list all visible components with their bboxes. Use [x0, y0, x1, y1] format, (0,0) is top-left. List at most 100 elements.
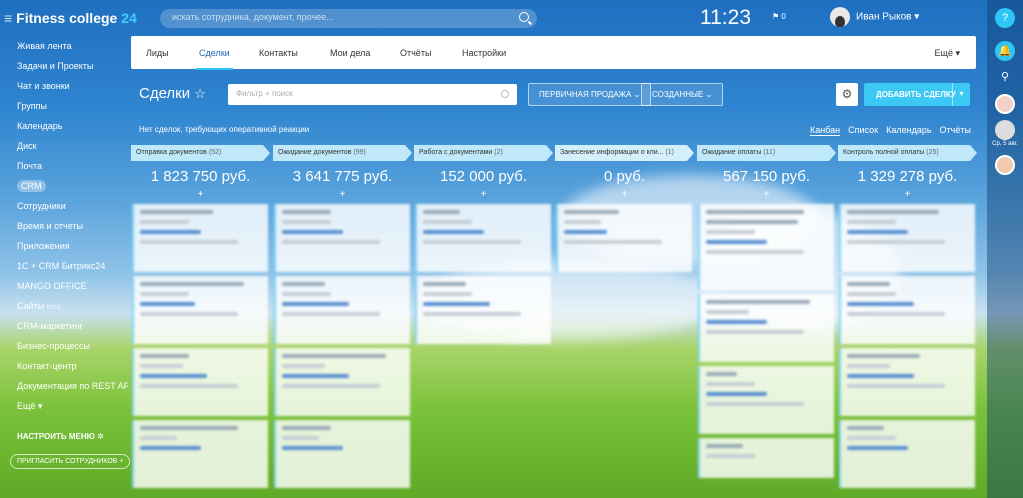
menu-item-chat[interactable]: Чат и звонки: [0, 80, 128, 100]
add-deal-button[interactable]: ДОБАВИТЬ СДЕЛКУ ▾: [864, 83, 970, 106]
menu-item-crm[interactable]: CRM: [0, 180, 128, 200]
deal-card[interactable]: [839, 204, 975, 272]
deal-card[interactable]: [839, 276, 975, 344]
view-kanban[interactable]: Канбан: [810, 125, 841, 136]
column-header[interactable]: Ожидание оплаты (11): [697, 145, 836, 161]
menu-item-1c[interactable]: 1С + CRM Битрикс24: [0, 260, 128, 280]
filter-placeholder: Фильтр + поиск: [236, 89, 293, 98]
menu-item-mail[interactable]: Почта: [0, 160, 128, 180]
kanban-column: Работа с документами (2) 152 000 руб. +: [414, 145, 553, 498]
avatar[interactable]: [995, 94, 1015, 114]
deal-card[interactable]: [132, 204, 268, 272]
menu-item-sites[interactable]: Сайты beta: [0, 300, 128, 320]
chevron-down-icon: ▾: [37, 401, 43, 411]
deal-card[interactable]: [415, 276, 551, 344]
help-icon[interactable]: ?: [995, 8, 1015, 28]
menu-item-time[interactable]: Время и отчеты: [0, 220, 128, 240]
menu-item-bizproc[interactable]: Бизнес-процессы: [0, 340, 128, 360]
tabs-more-button[interactable]: Ещё ▾: [935, 48, 960, 59]
deal-card[interactable]: [132, 276, 268, 344]
menu-item-tasks[interactable]: Задачи и Проекты: [0, 60, 128, 80]
pipeline-select[interactable]: ПЕРВИЧНАЯ ПРОДАЖА ⌄: [528, 83, 652, 106]
settings-gear-button[interactable]: ⚙: [836, 83, 858, 106]
filter-search-input[interactable]: Фильтр + поиск: [228, 84, 517, 105]
menu-item-groups[interactable]: Группы: [0, 100, 128, 120]
user-name: Иван Рыков: [856, 11, 912, 23]
tab-settings[interactable]: Настройки: [462, 48, 506, 58]
deal-card[interactable]: [132, 420, 268, 488]
menu-item-crm-marketing[interactable]: CRM-маркетинг: [0, 320, 128, 340]
menu-item-more[interactable]: Ещё ▾: [0, 400, 128, 420]
chevron-down-icon[interactable]: ▾: [952, 83, 970, 106]
tab-my-activities[interactable]: Мои дела: [330, 48, 370, 58]
gear-icon: ✲: [97, 432, 104, 441]
global-search-input[interactable]: искать сотрудника, документ, прочее...: [160, 9, 537, 28]
deal-card[interactable]: [698, 366, 834, 434]
menu-item-employees[interactable]: Сотрудники: [0, 200, 128, 220]
menu-item-disk[interactable]: Диск: [0, 140, 128, 160]
created-select[interactable]: СОЗДАННЫЕ ⌄: [641, 83, 724, 106]
deal-card[interactable]: [415, 204, 551, 272]
column-header[interactable]: Контроль полной оплаты (25): [838, 145, 977, 161]
menu-item-apps[interactable]: Приложения: [0, 240, 128, 260]
right-panel: ? 🔔 ⚲ Ср, 5 авг.: [987, 0, 1023, 498]
deal-card[interactable]: [132, 348, 268, 416]
avatar[interactable]: [995, 155, 1015, 175]
deal-card[interactable]: [274, 420, 410, 488]
search-icon[interactable]: ⚲: [995, 67, 1015, 87]
invite-employees-button[interactable]: ПРИГЛАСИТЬ СОТРУДНИКОВ +: [10, 454, 131, 469]
clock[interactable]: 11:23: [700, 6, 751, 30]
column-sum: 1 823 750 руб.: [150, 168, 251, 185]
view-calendar[interactable]: Календарь: [886, 125, 931, 135]
column-sum: 1 329 278 руб.: [857, 168, 958, 185]
deal-card[interactable]: [698, 438, 834, 478]
tab-reports[interactable]: Отчёты: [400, 48, 431, 58]
deal-card[interactable]: [698, 294, 834, 362]
tab-leads[interactable]: Лиды: [146, 48, 169, 58]
deal-card[interactable]: [839, 420, 975, 488]
add-card-button[interactable]: +: [131, 189, 270, 200]
column-header[interactable]: Работа с документами (2): [414, 145, 553, 161]
deal-card[interactable]: [698, 204, 834, 290]
menu-burger-icon[interactable]: ≡: [4, 10, 12, 26]
view-reports[interactable]: Отчёты: [940, 125, 971, 135]
add-card-button[interactable]: +: [273, 189, 412, 200]
add-card-button[interactable]: +: [555, 189, 694, 200]
tab-deals[interactable]: Сделки: [196, 48, 233, 70]
search-icon[interactable]: [501, 90, 509, 98]
menu-item-contact-center[interactable]: Контакт-центр: [0, 360, 128, 380]
add-card-button[interactable]: +: [697, 189, 836, 200]
left-menu: Живая лента Задачи и Проекты Чат и звонк…: [0, 40, 128, 420]
view-list[interactable]: Список: [848, 125, 878, 135]
column-header[interactable]: Отправка документов (52): [131, 145, 270, 161]
flag-count: 0: [781, 12, 786, 21]
star-icon[interactable]: ☆: [194, 86, 206, 101]
menu-item-rest-docs[interactable]: Документация по REST API: [0, 380, 128, 400]
kanban-column: Контроль полной оплаты (25) 1 329 278 ру…: [838, 145, 977, 498]
bell-icon[interactable]: 🔔: [995, 41, 1015, 61]
flag-counter[interactable]: ⚑ 0: [772, 12, 786, 21]
configure-menu-button[interactable]: НАСТРОИТЬ МЕНЮ ✲: [17, 432, 104, 441]
deal-card[interactable]: [839, 348, 975, 416]
deal-card[interactable]: [556, 204, 692, 272]
column-header[interactable]: Ожидание документов (99): [273, 145, 412, 161]
menu-item-calendar[interactable]: Календарь: [0, 120, 128, 140]
add-card-button[interactable]: +: [838, 189, 977, 200]
add-card-button[interactable]: +: [414, 189, 553, 200]
deal-card[interactable]: [274, 204, 410, 272]
column-header[interactable]: Занесение информации о кли... (1): [555, 145, 694, 161]
user-menu[interactable]: Иван Рыков ▾: [830, 7, 919, 27]
avatar[interactable]: [995, 120, 1015, 140]
menu-item-mango[interactable]: MANGO OFFICE: [0, 280, 128, 300]
app-title-number: 24: [121, 10, 137, 26]
chevron-down-icon: ⌄: [705, 90, 713, 99]
flag-icon: ⚑: [772, 12, 780, 21]
menu-item-feed[interactable]: Живая лента: [0, 40, 128, 60]
tab-contacts[interactable]: Контакты: [259, 48, 298, 58]
app-logo[interactable]: ≡ Fitness college 24: [4, 10, 137, 26]
kanban-column: Ожидание оплаты (11) 567 150 руб. +: [697, 145, 836, 498]
deal-card[interactable]: [274, 276, 410, 344]
deal-card[interactable]: [274, 348, 410, 416]
search-icon[interactable]: [519, 12, 529, 22]
column-sum: 0 руб.: [603, 168, 646, 185]
